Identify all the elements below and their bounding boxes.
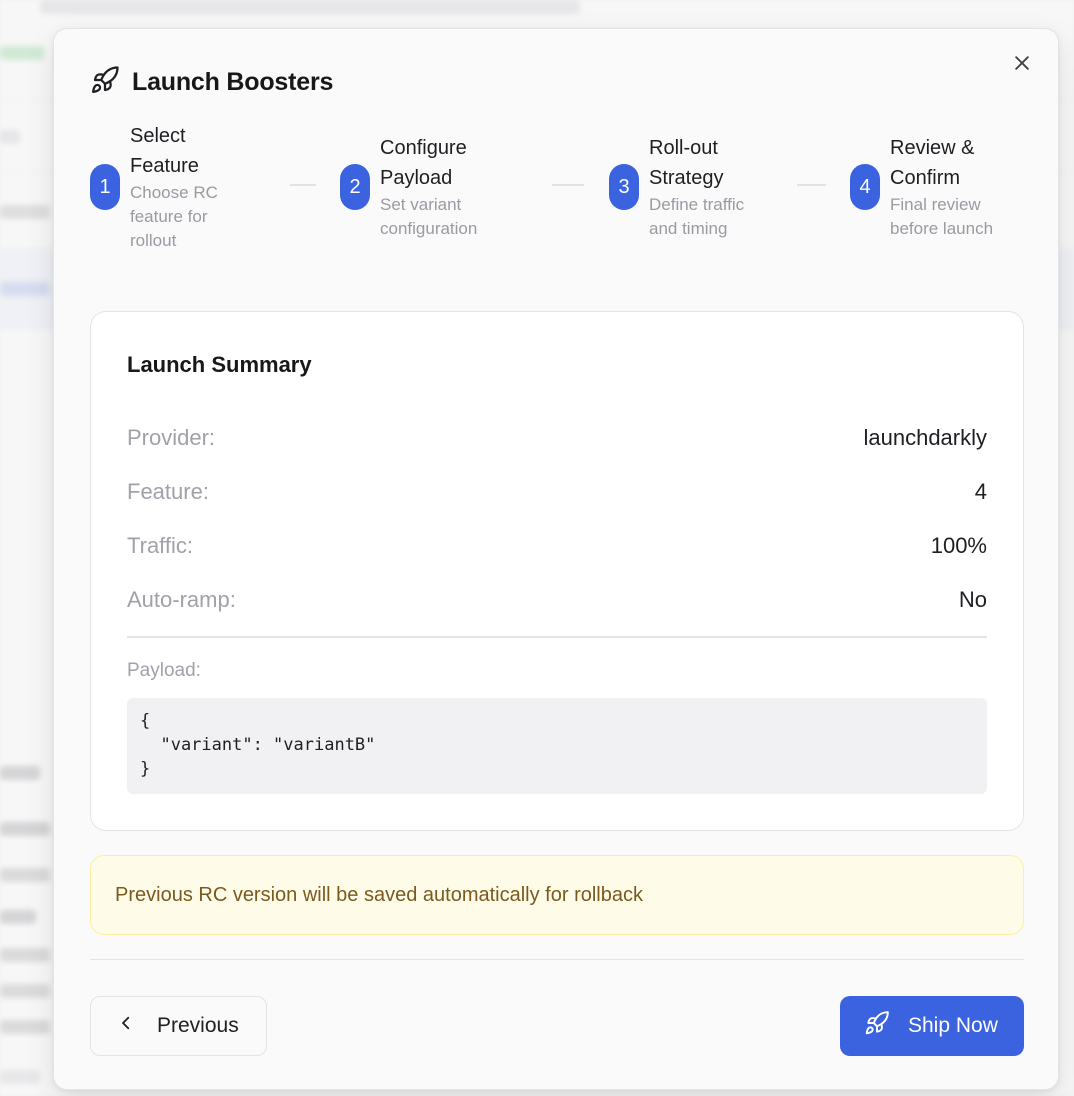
step-title-line: Confirm (890, 167, 961, 189)
summary-value: launchdarkly (863, 425, 987, 450)
step-separator (797, 184, 826, 186)
launch-boosters-modal: Launch Boosters 1 Select Feature Choose … (53, 28, 1059, 1090)
step-title-line: Select (130, 125, 186, 147)
step-title-line: Payload (380, 167, 453, 189)
step-description-line: Define traffic (649, 195, 745, 214)
step-number: 4 (850, 164, 880, 210)
summary-value: 4 (974, 479, 987, 504)
step-description-line: before launch (890, 219, 994, 238)
step-number: 3 (609, 164, 639, 210)
summary-label: Auto-ramp: (127, 587, 236, 612)
step-description-line: configuration (380, 219, 478, 238)
modal-header: Launch Boosters (90, 65, 333, 100)
previous-button-label: Previous (157, 1014, 239, 1037)
step-description-line: Set variant (380, 195, 462, 214)
rollback-notice: Previous RC version will be saved automa… (90, 855, 1024, 935)
summary-title: Launch Summary (127, 352, 312, 377)
summary-row-feature: Feature: 4 (127, 479, 987, 505)
step-title-line: Review & (890, 137, 975, 159)
summary-row-auto-ramp: Auto-ramp: No (127, 587, 987, 613)
step-description-line: feature for (130, 207, 208, 226)
rocket-icon (90, 65, 120, 100)
summary-value: 100% (930, 533, 987, 558)
step-title-line: Feature (130, 155, 199, 177)
step-review-confirm[interactable]: 4 Review & Confirm Final review before l… (850, 133, 993, 241)
step-rollout-strategy[interactable]: 3 Roll-out Strategy Define traffic and t… (609, 133, 744, 241)
step-title-line: Configure (380, 137, 467, 159)
step-title-line: Roll-out (649, 137, 718, 159)
step-description-line: and timing (649, 219, 728, 238)
rocket-icon (864, 1010, 890, 1042)
summary-value: No (958, 587, 987, 612)
modal-title: Launch Boosters (132, 68, 334, 96)
close-button[interactable] (1008, 51, 1036, 79)
summary-row-provider: Provider: launchdarkly (127, 425, 987, 451)
summary-label: Traffic: (127, 533, 194, 558)
summary-row-traffic: Traffic: 100% (127, 533, 987, 559)
summary-label: Feature: (127, 479, 209, 504)
ship-now-button-label: Ship Now (908, 1014, 998, 1037)
summary-divider (127, 636, 987, 638)
step-separator (290, 184, 316, 186)
summary-label: Provider: (127, 425, 216, 450)
ship-now-button[interactable]: Ship Now (840, 996, 1024, 1056)
launch-summary-card: Launch Summary Provider: launchdarkly Fe… (90, 311, 1024, 831)
step-select-feature[interactable]: 1 Select Feature Choose RC feature for r… (90, 121, 218, 253)
payload-code-block: { "variant": "variantB" } (127, 698, 987, 794)
notice-text: Previous RC version will be saved automa… (115, 883, 643, 906)
step-number: 2 (340, 164, 370, 210)
step-configure-payload[interactable]: 2 Configure Payload Set variant configur… (340, 133, 477, 241)
step-description-line: Choose RC (130, 183, 218, 202)
step-title-line: Strategy (649, 167, 724, 189)
close-icon (1012, 53, 1032, 78)
step-description-line: rollout (130, 231, 177, 250)
step-separator (552, 184, 584, 186)
step-description-line: Final review (890, 195, 981, 214)
payload-label: Payload: (127, 660, 201, 681)
footer-divider (90, 959, 1024, 960)
previous-button[interactable]: Previous (90, 996, 267, 1056)
chevron-left-icon (117, 1014, 135, 1038)
step-number: 1 (90, 164, 120, 210)
